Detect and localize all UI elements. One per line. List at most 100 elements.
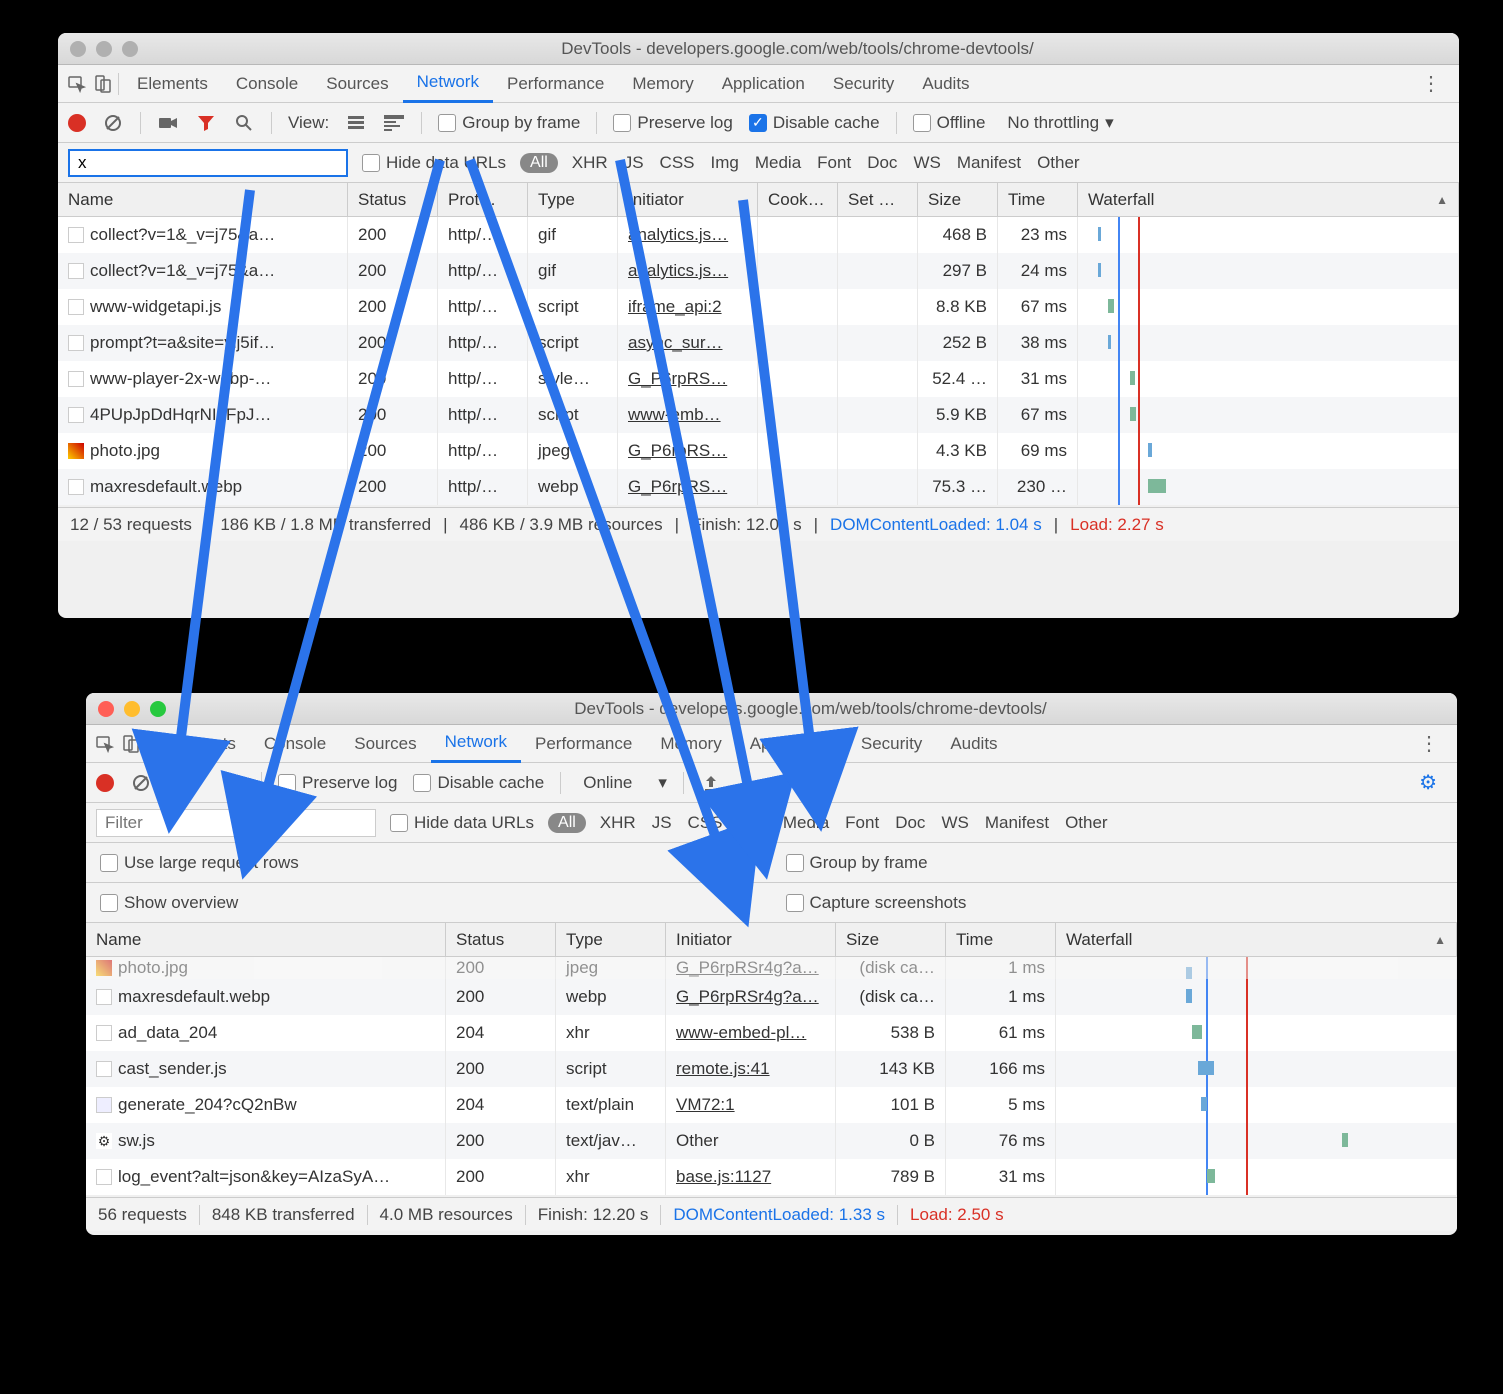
table-row[interactable]: maxresdefault.webp200webpG_P6rpRSr4g?a…(…	[86, 979, 1457, 1015]
capture-screenshots-checkbox[interactable]: Capture screenshots	[786, 893, 967, 913]
column-status[interactable]: Status	[348, 183, 438, 216]
filter-type-css[interactable]: CSS	[660, 153, 695, 173]
camera-icon[interactable]	[157, 112, 179, 134]
table-row[interactable]: photo.jpg200jpegG_P6rpRSr4g?a…(disk ca…1…	[86, 957, 1457, 979]
show-overview-checkbox[interactable]: Show overview	[100, 893, 238, 913]
large-rows-checkbox[interactable]: Use large request rows	[100, 853, 299, 873]
tab-application[interactable]: Application	[736, 725, 847, 763]
column-status[interactable]: Status	[446, 923, 556, 956]
table-row[interactable]: cast_sender.js200scriptremote.js:41143 K…	[86, 1051, 1457, 1087]
column-cook[interactable]: Cook…	[758, 183, 838, 216]
column-name[interactable]: Name	[86, 923, 446, 956]
column-waterfall[interactable]: Waterfall▲	[1078, 183, 1459, 216]
table-row[interactable]: ⚙sw.js200text/jav…Other0 B76 ms	[86, 1123, 1457, 1159]
offline-checkbox[interactable]: Offline	[913, 113, 986, 133]
filter-type-ws[interactable]: WS	[941, 813, 968, 833]
inspect-icon[interactable]	[94, 733, 116, 755]
table-row[interactable]: 4PUpJpDdHqrNInFpJ…200http/…scriptwww-emb…	[58, 397, 1459, 433]
table-row[interactable]: collect?v=1&_v=j75&a…200http/…gifanalyti…	[58, 253, 1459, 289]
column-set[interactable]: Set …	[838, 183, 918, 216]
filter-type-media[interactable]: Media	[783, 813, 829, 833]
filter-icon[interactable]	[185, 772, 207, 794]
filter-icon[interactable]	[195, 112, 217, 134]
filter-type-doc[interactable]: Doc	[895, 813, 925, 833]
inspect-icon[interactable]	[66, 73, 88, 95]
device-icon[interactable]	[92, 73, 114, 95]
tab-audits[interactable]: Audits	[908, 65, 983, 103]
preserve-log-checkbox[interactable]: Preserve log	[613, 113, 732, 133]
throttling-select[interactable]: No throttling▾	[1007, 113, 1113, 133]
column-type[interactable]: Type	[556, 923, 666, 956]
settings-icon[interactable]: ⚙	[1409, 770, 1447, 795]
tab-elements[interactable]: Elements	[123, 65, 222, 103]
tab-performance[interactable]: Performance	[493, 65, 618, 103]
table-row[interactable]: photo.jpg200http/…jpegG_P6rpRS…4.3 KB69 …	[58, 433, 1459, 469]
filter-type-doc[interactable]: Doc	[867, 153, 897, 173]
filter-all[interactable]: All	[548, 813, 586, 833]
column-initiator[interactable]: Initiator	[666, 923, 836, 956]
tab-memory[interactable]: Memory	[646, 725, 735, 763]
table-row[interactable]: generate_204?cQ2nBw204text/plainVM72:110…	[86, 1087, 1457, 1123]
filter-type-media[interactable]: Media	[755, 153, 801, 173]
filter-type-font[interactable]: Font	[817, 153, 851, 173]
close-dot[interactable]	[70, 41, 86, 57]
filter-all[interactable]: All	[520, 153, 558, 173]
disable-cache-checkbox[interactable]: Disable cache	[413, 773, 544, 793]
min-dot[interactable]	[96, 41, 112, 57]
tab-network[interactable]: Network	[431, 725, 521, 763]
tab-sources[interactable]: Sources	[312, 65, 402, 103]
filter-type-manifest[interactable]: Manifest	[957, 153, 1021, 173]
filter-input[interactable]	[68, 149, 348, 177]
hide-data-urls-checkbox[interactable]: Hide data URLs	[362, 153, 506, 173]
table-row[interactable]: www-player-2x-webp-…200http/…style…G_P6r…	[58, 361, 1459, 397]
column-time[interactable]: Time	[998, 183, 1078, 216]
table-row[interactable]: maxresdefault.webp200http/…webpG_P6rpRS……	[58, 469, 1459, 505]
online-select[interactable]: Online▾	[583, 773, 667, 793]
search-icon[interactable]	[223, 772, 245, 794]
group-by-frame-checkbox[interactable]: Group by frame	[786, 853, 928, 873]
disable-cache-checkbox[interactable]: ✓Disable cache	[749, 113, 880, 133]
filter-type-other[interactable]: Other	[1065, 813, 1108, 833]
upload-icon[interactable]	[700, 772, 722, 794]
record-button[interactable]	[68, 114, 86, 132]
filter-type-css[interactable]: CSS	[688, 813, 723, 833]
filter-type-xhr[interactable]: XHR	[572, 153, 608, 173]
table-row[interactable]: prompt?t=a&site=ylj5if…200http/…scriptas…	[58, 325, 1459, 361]
filter-type-js[interactable]: JS	[652, 813, 672, 833]
download-icon[interactable]	[738, 772, 760, 794]
column-size[interactable]: Size	[836, 923, 946, 956]
max-dot[interactable]	[122, 41, 138, 57]
column-time[interactable]: Time	[946, 923, 1056, 956]
max-dot[interactable]	[150, 701, 166, 717]
more-icon[interactable]: ⋮	[1409, 731, 1449, 756]
table-row[interactable]: collect?v=1&_v=j75&a…200http/…gifanalyti…	[58, 217, 1459, 253]
table-row[interactable]: ad_data_204204xhrwww-embed-pl…538 B61 ms	[86, 1015, 1457, 1051]
large-rows-icon[interactable]	[345, 112, 367, 134]
search-icon[interactable]	[233, 112, 255, 134]
tab-application[interactable]: Application	[708, 65, 819, 103]
filter-type-ws[interactable]: WS	[913, 153, 940, 173]
tab-security[interactable]: Security	[847, 725, 936, 763]
filter-type-img[interactable]: Img	[739, 813, 767, 833]
tab-audits[interactable]: Audits	[936, 725, 1011, 763]
table-row[interactable]: log_event?alt=json&key=AIzaSyA…200xhrbas…	[86, 1159, 1457, 1195]
tab-memory[interactable]: Memory	[618, 65, 707, 103]
tab-network[interactable]: Network	[403, 65, 493, 103]
column-type[interactable]: Type	[528, 183, 618, 216]
tab-console[interactable]: Console	[222, 65, 312, 103]
filter-type-js[interactable]: JS	[624, 153, 644, 173]
filter-type-font[interactable]: Font	[845, 813, 879, 833]
tab-sources[interactable]: Sources	[340, 725, 430, 763]
group-by-frame-checkbox[interactable]: Group by frame	[438, 113, 580, 133]
close-dot[interactable]	[98, 701, 114, 717]
filter-type-other[interactable]: Other	[1037, 153, 1080, 173]
more-icon[interactable]: ⋮	[1411, 71, 1451, 96]
table-row[interactable]: www-widgetapi.js200http/…scriptiframe_ap…	[58, 289, 1459, 325]
column-initiator[interactable]: Initiator	[618, 183, 758, 216]
column-waterfall[interactable]: Waterfall▲	[1056, 923, 1457, 956]
column-name[interactable]: Name	[58, 183, 348, 216]
column-prot[interactable]: Prot…	[438, 183, 528, 216]
filter-type-img[interactable]: Img	[711, 153, 739, 173]
overview-icon[interactable]	[383, 112, 405, 134]
column-size[interactable]: Size	[918, 183, 998, 216]
